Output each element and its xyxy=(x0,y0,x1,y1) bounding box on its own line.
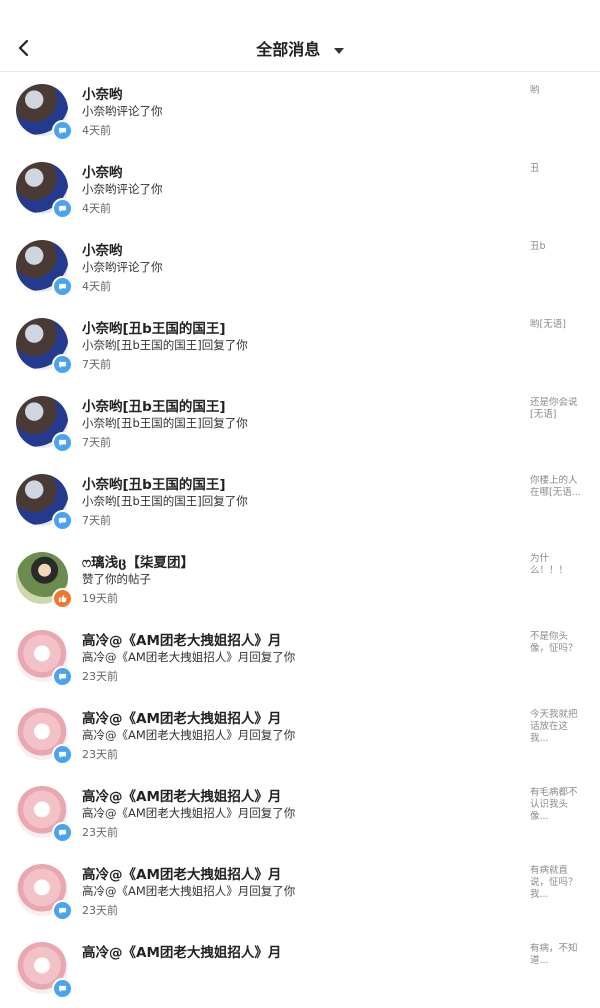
message-item[interactable]: 高冷@《AM团老大拽姐招人》月 高冷@《AM团老大拽姐招人》月回复了你 23天前 不是… xyxy=(0,618,600,696)
sender-name: 高冷@《AM团老大拽姐招人》月 xyxy=(82,945,282,961)
message-action: 赞了你的帖子 xyxy=(82,572,151,586)
sender-name: ෆ璃浅ც【柒夏团】 xyxy=(82,555,195,571)
sender-name: 小奈哟 xyxy=(82,243,123,259)
comment-icon xyxy=(52,900,73,921)
message-action: 小奈哟[丑b王国的国王]回复了你 xyxy=(82,338,248,352)
sender-name: 小奈哟[丑b王国的国王] xyxy=(82,399,226,415)
message-preview: 哟[无语] xyxy=(530,319,566,330)
message-item[interactable]: 高冷@《AM团老大拽姐招人》月 有病，不知道... xyxy=(0,930,600,1008)
message-action: 高冷@《AM团老大拽姐招人》月回复了你 xyxy=(82,806,296,820)
message-preview: 哟 xyxy=(530,85,540,96)
message-action: 小奈哟评论了你 xyxy=(82,260,163,274)
message-preview: 有病，不知道... xyxy=(530,943,578,966)
sender-name: 高冷@《AM团老大拽姐招人》月 xyxy=(82,633,282,649)
message-preview: 还是你会说[无语] xyxy=(530,397,578,420)
sender-name: 高冷@《AM团老大拽姐招人》月 xyxy=(82,789,282,805)
message-item[interactable]: 高冷@《AM团老大拽姐招人》月 高冷@《AM团老大拽姐招人》月回复了你 23天前 有病… xyxy=(0,852,600,930)
message-time: 23天前 xyxy=(82,748,118,761)
message-action: 小奈哟评论了你 xyxy=(82,104,163,118)
sender-name: 小奈哟 xyxy=(82,87,123,103)
message-time: 23天前 xyxy=(82,904,118,917)
message-item[interactable]: ෆ璃浅ც【柒夏团】 赞了你的帖子 19天前 为什么！！！ xyxy=(0,540,600,618)
message-action: 小奈哟评论了你 xyxy=(82,182,163,196)
message-action: 高冷@《AM团老大拽姐招人》月回复了你 xyxy=(82,728,296,742)
comment-icon xyxy=(52,354,73,375)
comment-icon xyxy=(52,198,73,219)
message-time: 4天前 xyxy=(82,202,111,215)
message-time: 7天前 xyxy=(82,358,111,371)
caret-down-icon xyxy=(333,47,344,54)
message-item[interactable]: 小奈哟[丑b王国的国王] 小奈哟[丑b王国的国王]回复了你 7天前 哟[无语] xyxy=(0,306,600,384)
sender-name: 小奈哟 xyxy=(82,165,123,181)
message-filter-dropdown[interactable]: 全部消息 xyxy=(0,36,600,60)
message-preview: 有病就直说，怔吗？我... xyxy=(530,865,578,900)
message-action: 小奈哟[丑b王国的国王]回复了你 xyxy=(82,416,248,430)
message-action: 高冷@《AM团老大拽姐招人》月回复了你 xyxy=(82,884,296,898)
thumbs-up-icon xyxy=(52,588,73,609)
message-time: 4天前 xyxy=(82,280,111,293)
top-bar: 全部消息 xyxy=(0,0,600,72)
comment-icon xyxy=(52,120,73,141)
message-time: 19天前 xyxy=(82,592,118,605)
message-preview: 今天我就把话放在这我... xyxy=(530,709,578,744)
sender-name: 高冷@《AM团老大拽姐招人》月 xyxy=(82,711,282,727)
message-action: 小奈哟[丑b王国的国王]回复了你 xyxy=(82,494,248,508)
message-preview: 丑 xyxy=(530,163,540,174)
message-time: 23天前 xyxy=(82,826,118,839)
sender-name: 高冷@《AM团老大拽姐招人》月 xyxy=(82,867,282,883)
message-time: 23天前 xyxy=(82,670,118,683)
message-time: 7天前 xyxy=(82,514,111,527)
message-item[interactable]: 小奈哟 小奈哟评论了你 4天前 丑 xyxy=(0,150,600,228)
comment-icon xyxy=(52,432,73,453)
message-item[interactable]: 小奈哟[丑b王国的国王] 小奈哟[丑b王国的国王]回复了你 7天前 你楼上的人在哪[无… xyxy=(0,462,600,540)
message-time: 4天前 xyxy=(82,124,111,137)
comment-icon xyxy=(52,978,73,999)
comment-icon xyxy=(52,510,73,531)
comment-icon xyxy=(52,666,73,687)
message-preview: 有毛病都不认识我头像... xyxy=(530,787,578,822)
message-preview: 丑b xyxy=(530,241,546,252)
message-action: 高冷@《AM团老大拽姐招人》月回复了你 xyxy=(82,650,296,664)
message-list: 小奈哟 小奈哟评论了你 4天前哟小奈哟 小奈哟评论了你 4天前丑小奈哟 小奈哟评论了你 4天… xyxy=(0,72,600,1008)
message-item[interactable]: 高冷@《AM团老大拽姐招人》月 高冷@《AM团老大拽姐招人》月回复了你 23天前 今天… xyxy=(0,696,600,774)
message-item[interactable]: 高冷@《AM团老大拽姐招人》月 高冷@《AM团老大拽姐招人》月回复了你 23天前 有毛… xyxy=(0,774,600,852)
message-preview: 你楼上的人在哪[无语... xyxy=(530,475,581,498)
comment-icon xyxy=(52,822,73,843)
comment-icon xyxy=(52,744,73,765)
message-item[interactable]: 小奈哟[丑b王国的国王] 小奈哟[丑b王国的国王]回复了你 7天前 还是你会说[无语] xyxy=(0,384,600,462)
page-title: 全部消息 xyxy=(256,40,321,59)
sender-name: 小奈哟[丑b王国的国王] xyxy=(82,477,226,493)
message-preview: 为什么！！！ xyxy=(530,553,569,576)
message-preview: 不是你头像，怔吗？ xyxy=(530,631,578,654)
message-item[interactable]: 小奈哟 小奈哟评论了你 4天前 哟 xyxy=(0,72,600,150)
message-item[interactable]: 小奈哟 小奈哟评论了你 4天前 丑b xyxy=(0,228,600,306)
message-time: 7天前 xyxy=(82,436,111,449)
sender-name: 小奈哟[丑b王国的国王] xyxy=(82,321,226,337)
comment-icon xyxy=(52,276,73,297)
